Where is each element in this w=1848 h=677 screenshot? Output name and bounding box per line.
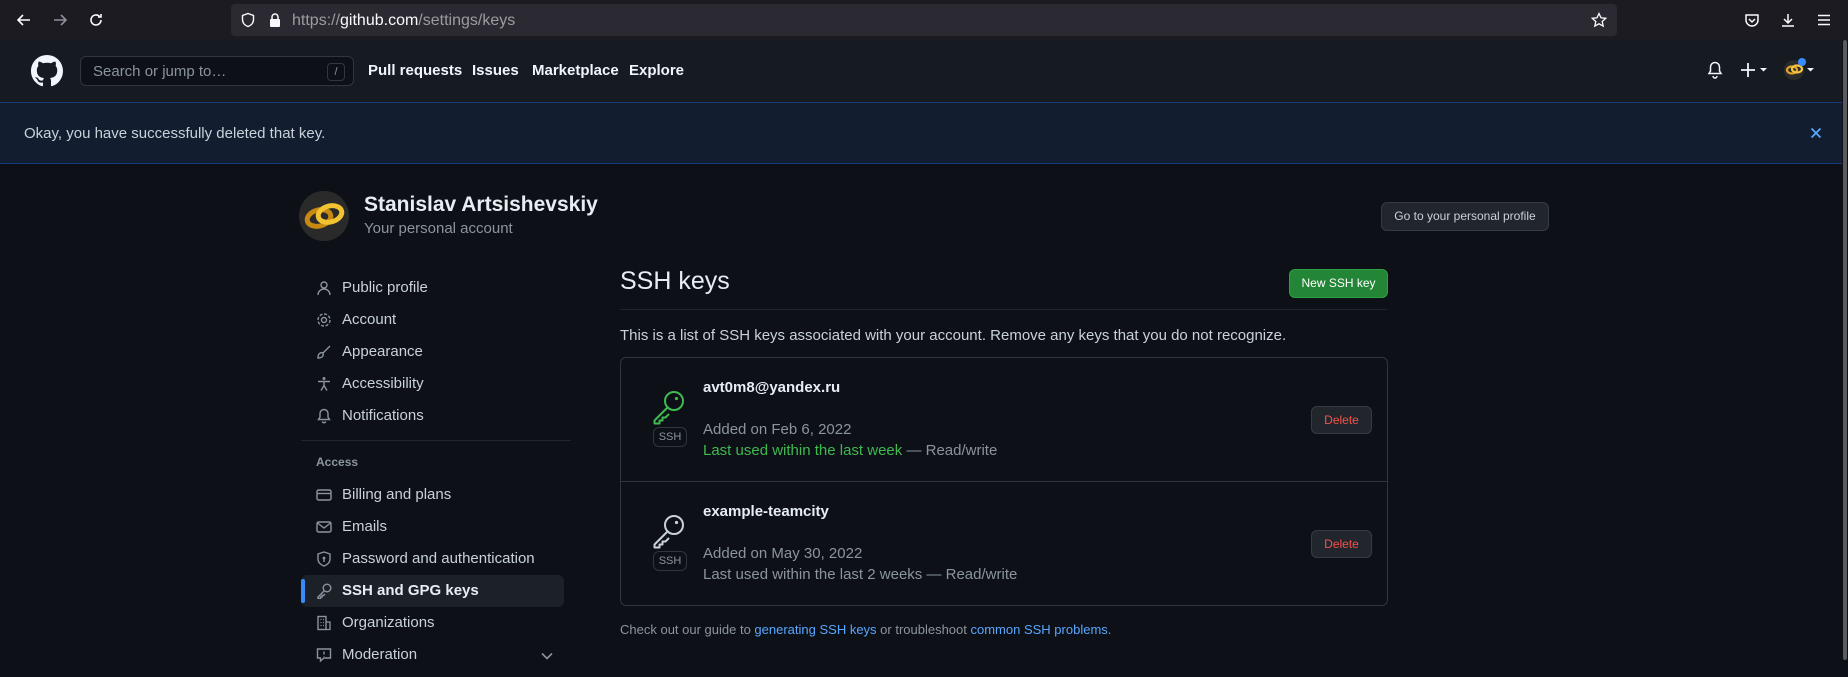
go-to-profile-button[interactable]: Go to your personal profile [1381,202,1549,231]
sidebar-item-ssh-gpg-keys[interactable]: SSH and GPG keys [316,582,479,599]
organization-icon [316,615,332,631]
title-divider [620,309,1387,310]
accessibility-icon [316,376,332,392]
github-logo-icon[interactable] [31,55,63,87]
sidebar-item-label: Accessibility [342,375,424,392]
key-usage: Last used within the last 2 weeks — Read… [703,566,1017,583]
nav-issues[interactable]: Issues [472,62,519,79]
ssh-help-note: Check out our guide to generating SSH ke… [620,622,1111,637]
profile-name: Stanislav Artsishevskiy [364,193,598,216]
forward-arrow-icon[interactable] [48,8,72,32]
avatar [299,191,349,241]
sidebar-item-account[interactable]: Account [316,311,396,328]
sidebar-item-billing[interactable]: Billing and plans [316,486,451,503]
page-title: SSH keys [620,267,730,295]
sidebar-selected-indicator [301,579,305,603]
url-path: /settings/keys [418,12,516,29]
page-description: This is a list of SSH keys associated wi… [620,327,1287,344]
sidebar-item-notifications[interactable]: Notifications [316,407,424,424]
key-added-date: Added on Feb 6, 2022 [703,421,852,438]
github-header: Search or jump to… / Pull requests Issue… [0,40,1848,102]
url-domain: github.com [340,12,419,29]
user-avatar-menu[interactable] [1782,58,1816,82]
sidebar-item-label: SSH and GPG keys [342,582,479,599]
credit-card-icon [316,487,332,503]
help-middle: or troubleshoot [876,622,971,637]
back-arrow-icon[interactable] [12,8,36,32]
sidebar-item-label: Public profile [342,279,428,296]
key-added-date: Added on May 30, 2022 [703,545,863,562]
common-ssh-problems-link[interactable]: common SSH problems [971,622,1108,637]
sidebar-item-appearance[interactable]: Appearance [316,343,423,360]
sidebar-item-label: Moderation [342,646,418,663]
sidebar-item-label: Notifications [342,407,424,424]
nav-explore[interactable]: Explore [629,62,684,79]
search-placeholder: Search or jump to… [93,63,227,80]
sidebar-item-label: Password and authentication [342,550,535,567]
reload-icon[interactable] [84,8,108,32]
new-ssh-key-button[interactable]: New SSH key [1289,269,1388,298]
sidebar-item-password-auth[interactable]: Password and authentication [316,550,535,567]
key-title: avt0m8@yandex.ru [703,379,841,396]
url-text[interactable]: https://github.com/settings/keys [292,12,515,30]
scrollbar-thumb[interactable] [1843,40,1847,660]
key-title: example-teamcity [703,503,829,520]
help-prefix: Check out our guide to [620,622,755,637]
sidebar-item-label: Appearance [342,343,423,360]
sidebar-heading-access: Access [316,455,359,469]
sidebar-item-emails[interactable]: Emails [316,518,387,535]
key-icon [652,389,686,425]
generating-ssh-keys-link[interactable]: generating SSH keys [754,622,876,637]
shield-lock-icon [316,550,332,567]
key-access: — Read/write [922,566,1018,583]
search-shortcut-key: / [327,63,345,81]
hamburger-menu-icon[interactable] [1812,8,1836,32]
key-icon [652,513,686,549]
sidebar-item-public-profile[interactable]: Public profile [316,279,428,296]
report-icon [316,647,332,663]
browser-toolbar: https://github.com/settings/keys [0,0,1848,40]
search-input[interactable]: Search or jump to… / [80,56,354,86]
profile-subtitle: Your personal account [364,220,513,237]
ssh-badge: SSH [653,427,687,447]
sidebar-item-accessibility[interactable]: Accessibility [316,375,424,392]
help-suffix: . [1107,622,1112,637]
tracking-shield-icon[interactable] [240,12,256,28]
delete-key-button[interactable]: Delete [1311,406,1372,434]
url-prefix: https:// [292,12,341,29]
create-new-plus-icon[interactable] [1740,61,1772,79]
flash-banner: Okay, you have successfully deleted that… [0,102,1848,164]
notifications-bell-icon[interactable] [1707,61,1723,79]
sidebar-item-moderation[interactable]: Moderation [316,646,417,663]
sidebar-item-label: Account [342,311,397,328]
close-icon[interactable] [1808,125,1824,141]
downloads-icon[interactable] [1776,8,1800,32]
key-icon [316,583,332,599]
pocket-icon[interactable] [1740,8,1764,32]
flash-message: Okay, you have successfully deleted that… [24,125,326,142]
bookmark-star-icon[interactable] [1591,12,1607,28]
paintbrush-icon [316,344,332,360]
ssh-badge: SSH [653,551,687,571]
bell-icon [316,408,332,424]
sidebar-item-label: Emails [342,518,388,535]
mail-icon [316,519,332,535]
sidebar-item-label: Organizations [342,614,435,631]
sidebar-item-organizations[interactable]: Organizations [316,614,435,631]
sidebar-divider [301,440,571,441]
address-bar[interactable]: https://github.com/settings/keys [231,4,1617,36]
key-last-used: Last used within the last 2 weeks [703,566,923,583]
gear-icon [316,312,332,328]
nav-marketplace[interactable]: Marketplace [532,62,619,79]
key-last-used: Last used within the last week [703,442,903,459]
nav-pull-requests[interactable]: Pull requests [368,62,462,79]
delete-key-button[interactable]: Delete [1311,530,1372,558]
person-icon [316,280,332,296]
key-row-divider [621,481,1387,482]
key-usage: Last used within the last week — Read/wr… [703,442,997,459]
sidebar-item-label: Billing and plans [342,486,452,503]
lock-icon[interactable] [267,12,283,28]
chevron-down-icon[interactable] [540,651,554,661]
key-access: — Read/write [902,442,998,459]
